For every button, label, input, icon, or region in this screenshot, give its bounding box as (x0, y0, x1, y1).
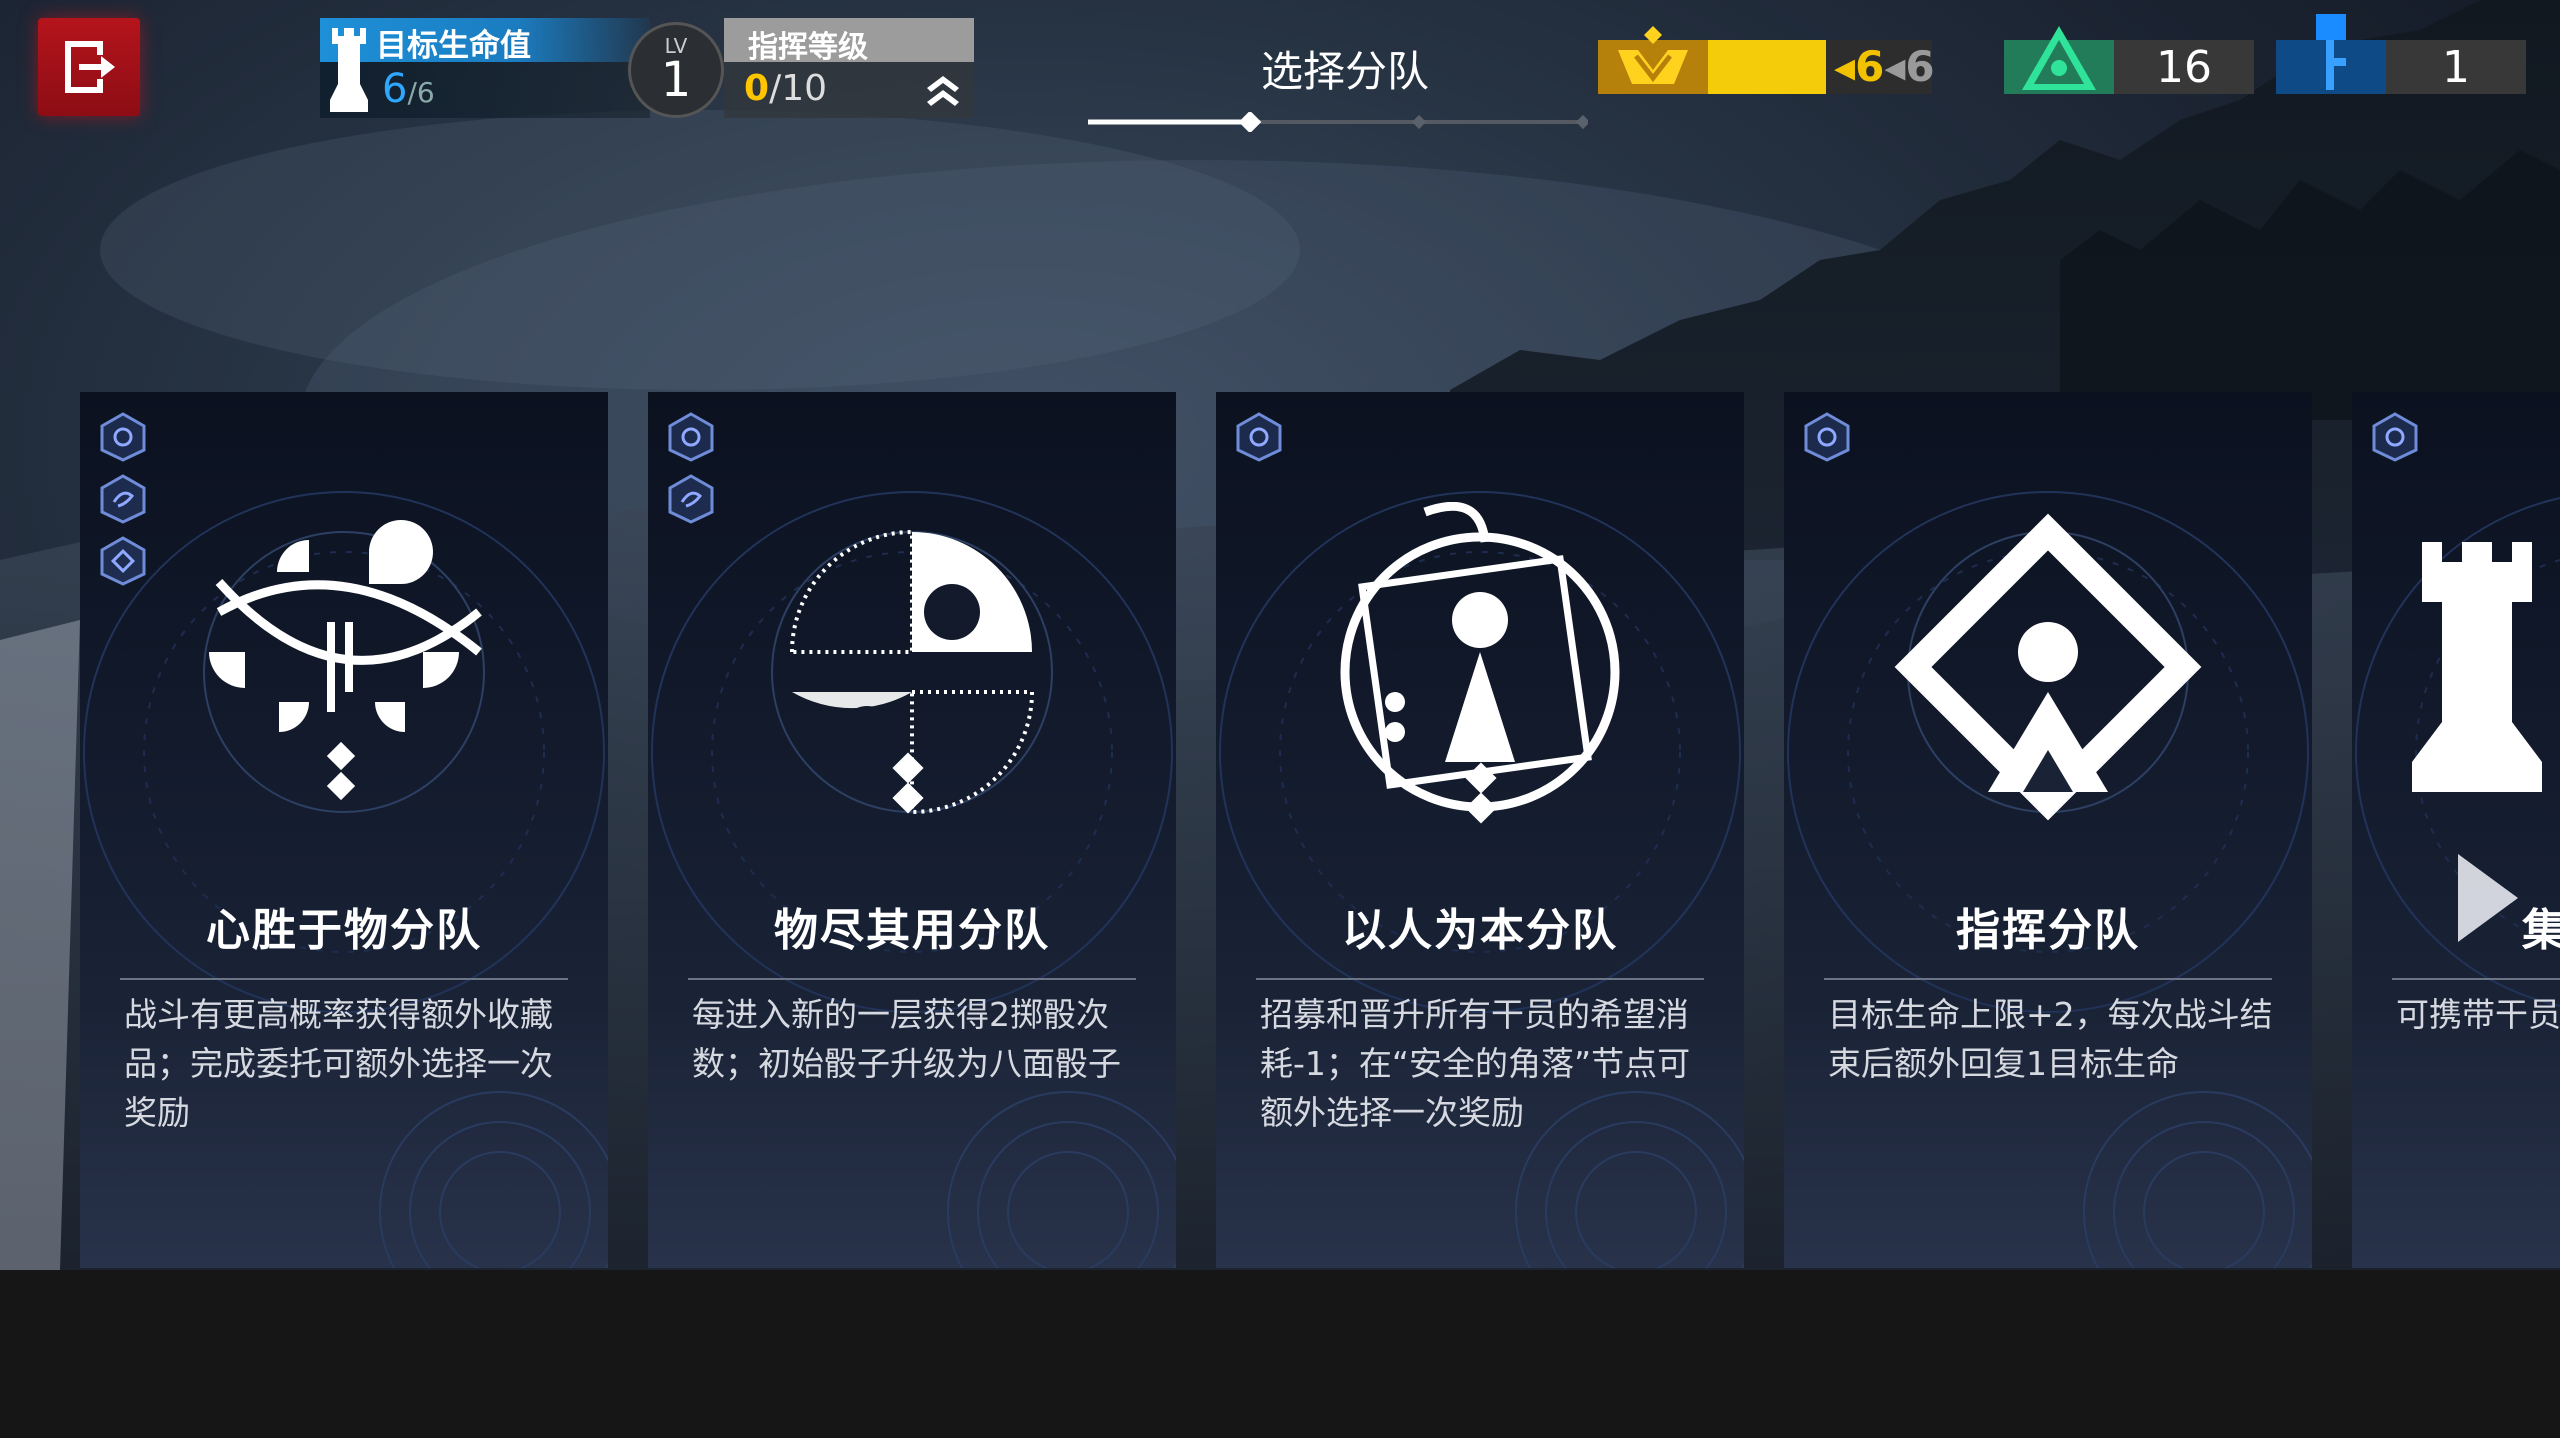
key-icon-box (2276, 14, 2386, 94)
phase-step (1575, 114, 1588, 130)
squad-name: 心胜于物分队 (206, 905, 482, 956)
level-badge: LV 1 (628, 22, 724, 118)
squad-emblem-icon (203, 520, 485, 813)
squad-tag-icon (100, 474, 146, 524)
squad-emblem-icon (1340, 502, 1620, 824)
squad-tags (100, 412, 146, 586)
divider (1256, 978, 1704, 980)
ingot-resource: ◂6◂6 (1598, 26, 1935, 94)
divider (120, 978, 568, 980)
squad-name: 指挥分队 (1956, 905, 2140, 956)
squad-emblem-icon (1894, 513, 2202, 821)
squad-name: 物尽其用分队 (774, 905, 1050, 956)
squad-name: 以人为本分队 (1342, 905, 1618, 956)
squad-tag-icon (100, 412, 146, 462)
divider (1824, 978, 2272, 980)
divider (2392, 978, 2560, 980)
squad-tag-icon (1804, 412, 1850, 462)
squad-description: 可携带干员人数+2 (2396, 995, 2560, 1034)
squad-tags (2372, 412, 2418, 462)
originium-ingot-icon (1618, 26, 1688, 84)
squad-card[interactable]: 集 可携带干员人数+2 (2352, 392, 2560, 1268)
squad-description: 目标生命上限+2，每次战斗结束后额外回复1目标生命 (1828, 995, 2273, 1083)
squad-tags (1804, 412, 1850, 462)
squad-description: 招募和晋升所有干员的希望消耗-1；在“安全的角落”节点可额外选择一次奖励 (1260, 995, 1691, 1132)
phase-step (1411, 114, 1427, 130)
command-exp-max: /10 (769, 68, 827, 109)
squad-card[interactable]: 指挥分队 目标生命上限+2，每次战斗结束后额外回复1目标生命 (1784, 392, 2312, 1268)
squad-tag-icon (668, 412, 714, 462)
next-arrow-icon[interactable] (2452, 850, 2522, 946)
command-level-panel: LV 1 指挥等级 0/10 (628, 18, 974, 118)
ingot-fill-bar (1708, 40, 1826, 94)
squad-tags (1236, 412, 1282, 462)
squad-card[interactable]: 物尽其用分队 每进入新的一层获得2掷骰次数；初始骰子升级为八面骰子 (648, 392, 1176, 1268)
exit-door-icon (65, 41, 115, 93)
command-level-label: 指挥等级 (748, 30, 868, 65)
hp-max: /6 (407, 76, 435, 109)
squad-description: 战斗有更高概率获得额外收藏品；完成委托可额外选择一次奖励 (124, 995, 553, 1132)
squad-card[interactable]: 心胜于物分队 战斗有更高概率获得额外收藏品；完成委托可额外选择一次奖励 (80, 392, 608, 1268)
bottom-bar (0, 1270, 2560, 1438)
ingot-icon-box (1598, 26, 1708, 94)
phase-step-current (1238, 112, 1262, 132)
hope-triangle-icon (2022, 26, 2096, 90)
squad-tag-icon (668, 474, 714, 524)
command-exp-current: 0 (744, 68, 770, 109)
hope-icon-box (2004, 26, 2114, 94)
hp-current: 6 (382, 66, 408, 112)
squad-emblem-icon (771, 529, 1053, 815)
squad-emblem-icon (2412, 542, 2542, 792)
ingot-value: ◂6◂6 (1834, 42, 1935, 91)
squad-card[interactable]: 以人为本分队 招募和晋升所有干员的希望消耗-1；在“安全的角落”节点可额外选择一… (1216, 392, 1744, 1268)
squad-description: 每进入新的一层获得2掷骰次数；初始骰子升级为八面骰子 (692, 995, 1121, 1083)
exit-button[interactable] (38, 18, 140, 116)
hope-value: 16 (2156, 42, 2212, 93)
squad-tag-icon (100, 536, 146, 586)
rook-icon (330, 28, 368, 112)
hp-label: 目标生命值 (376, 28, 531, 64)
hp-value: 6/6 (382, 66, 435, 112)
key-value: 1 (2442, 42, 2470, 93)
key-resource: 1 (2276, 14, 2526, 94)
phase-progress-track (1088, 112, 1588, 132)
command-exp-value: 0/10 (744, 68, 827, 109)
squad-tag-icon (1236, 412, 1282, 462)
hope-resource: 16 (2004, 26, 2254, 94)
level-number: 1 (660, 52, 692, 108)
ingot-current: 6 (1855, 42, 1885, 91)
phase-title: 选择分队 (1260, 47, 1429, 96)
key-icon (2316, 14, 2346, 90)
target-hp-panel: 目标生命值 6/6 (320, 18, 650, 118)
ingot-max: 6 (1905, 42, 1935, 91)
double-chevron-up-icon (927, 76, 959, 106)
squad-tag-icon (2372, 412, 2418, 462)
squad-tags (668, 412, 714, 524)
divider (688, 978, 1136, 980)
